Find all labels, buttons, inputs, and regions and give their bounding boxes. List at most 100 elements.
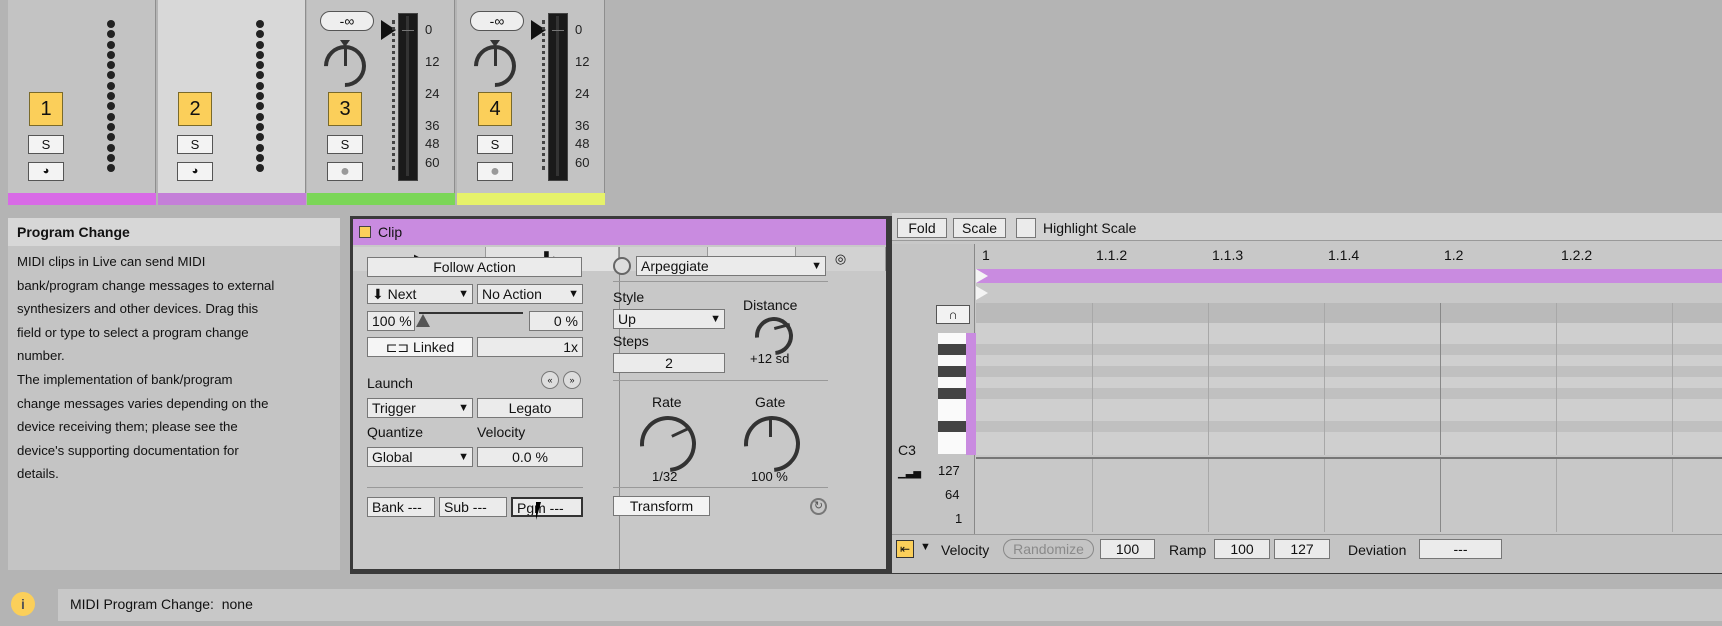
legato-button[interactable]: Legato — [477, 398, 583, 418]
highlight-scale-checkbox[interactable] — [1016, 218, 1036, 238]
track-activator-4[interactable]: 4 — [478, 92, 512, 126]
nudge-back-button[interactable]: « — [541, 371, 559, 389]
ruler-mark: 1.1.3 — [1212, 247, 1244, 263]
divider — [367, 487, 583, 488]
ruler-mark: 1.1.2 — [1096, 247, 1128, 263]
volume-field-4[interactable]: -∞ — [470, 11, 524, 31]
arm-button-1[interactable]: ◕ — [28, 162, 64, 181]
refresh-icon[interactable]: ↻ — [810, 498, 827, 515]
solo-button-4[interactable]: S — [477, 135, 513, 154]
randomize-button[interactable]: Randomize — [1003, 539, 1094, 559]
meter-scale: 0 12 24 36 — [425, 22, 440, 133]
volume-field-3[interactable]: -∞ — [320, 11, 374, 31]
launch-mode-select[interactable]: Trigger — [367, 398, 473, 418]
meter-scale-lower: 48 60 — [425, 136, 440, 170]
bank-field[interactable]: Bank --- — [367, 497, 435, 517]
follow-action-b-select[interactable]: No Action — [477, 284, 583, 304]
follow-action-a-select[interactable]: ⬇ Next — [367, 284, 473, 304]
preview-button[interactable]: ∩ — [936, 305, 970, 324]
fold-button[interactable]: Fold — [897, 218, 947, 238]
transform-button[interactable]: Transform — [613, 496, 710, 516]
track-activator-3[interactable]: 3 — [328, 92, 362, 126]
deviation-label: Deviation — [1348, 542, 1407, 558]
link-icon: ⊏⊐ — [385, 339, 410, 355]
follow-action-button[interactable]: Follow Action — [367, 257, 582, 277]
gate-knob-pointer — [769, 419, 772, 437]
ramp-end-field[interactable]: 127 — [1274, 539, 1330, 559]
mouse-cursor-icon — [536, 502, 550, 520]
meter-ticks — [542, 20, 545, 170]
pan-knob-pointer — [344, 46, 347, 66]
launch-velocity-field[interactable]: 0.0 % — [477, 447, 583, 467]
velocity-lane-icon: ▁▃▅ — [898, 468, 922, 479]
headphones-icon: ∩ — [948, 307, 958, 322]
arp-steps-field[interactable]: 2 — [613, 353, 725, 373]
velocity-axis-min: 1 — [955, 511, 963, 526]
chance-b-field[interactable]: 0 % — [529, 311, 583, 331]
multiplier-field[interactable]: 1x — [477, 337, 583, 357]
note-editor: Fold Scale Highlight Scale ∩ C3 ▁▃▅ 127 … — [892, 213, 1722, 573]
chance-slider[interactable] — [419, 312, 523, 314]
deviation-field[interactable]: --- — [1419, 539, 1502, 559]
meter-ticks — [392, 20, 395, 170]
track-color-1 — [8, 193, 156, 205]
note-grid[interactable] — [976, 303, 1722, 455]
quantize-select[interactable]: Global — [367, 447, 473, 467]
chance-slider-handle[interactable] — [416, 314, 430, 327]
target-icon: ◎ — [834, 251, 847, 266]
solo-button-2[interactable]: S — [177, 135, 213, 154]
solo-button-1[interactable]: S — [28, 135, 64, 154]
tool-power-button[interactable] — [613, 257, 631, 275]
info-view: Program Change MIDI clips in Live can se… — [8, 218, 340, 570]
gate-label: Gate — [755, 394, 786, 410]
chevron-down-icon[interactable]: ▼ — [920, 541, 931, 553]
arm-button-2[interactable]: ◕ — [177, 162, 213, 181]
level-meter-3 — [398, 13, 418, 181]
divider — [613, 487, 828, 488]
velocity-lane[interactable] — [976, 457, 1722, 532]
scale-button[interactable]: Scale — [953, 218, 1006, 238]
start-marker-icon[interactable] — [976, 269, 988, 283]
arm-button-4[interactable]: ● — [477, 162, 513, 181]
loop-start-marker-icon[interactable] — [976, 286, 988, 300]
quantize-label: Quantize — [367, 424, 424, 440]
distance-label: Distance — [743, 297, 798, 313]
velocity-mode-button[interactable]: ⇤ — [896, 540, 914, 558]
beat-ruler[interactable]: 1 1.1.2 1.1.3 1.1.4 1.2 1.2.2 — [976, 244, 1722, 266]
divider — [613, 281, 828, 282]
pan-knob-pointer — [494, 46, 497, 66]
velocity-value-field[interactable]: 100 — [1100, 539, 1155, 559]
mixer-track-2: 2 S ◕ — [158, 0, 306, 205]
chance-a-field[interactable]: 100 % — [367, 311, 415, 331]
meter-scale-lower: 48 60 — [575, 136, 590, 170]
clip-panel: Clip ▶ ▌▸ ⚌ ◕ ◎ Follow Action ⬇ Next No … — [353, 219, 886, 569]
track-color-2 — [158, 193, 306, 205]
status-text: MIDI Program Change: none — [70, 596, 253, 612]
status-text-field — [58, 589, 1722, 621]
info-body: MIDI clips in Live can send MIDI bank/pr… — [17, 254, 275, 482]
arm-button-3[interactable]: ● — [327, 162, 363, 181]
clip-view: Clip ▶ ▌▸ ⚌ ◕ ◎ Follow Action ⬇ Next No … — [350, 213, 1722, 574]
mixer-track-3: -∞ 3 S ● 0 12 24 36 48 60 — [307, 0, 455, 205]
ramp-start-field[interactable]: 100 — [1214, 539, 1270, 559]
info-icon[interactable]: i — [11, 592, 35, 616]
arp-style-select[interactable]: Up — [613, 309, 725, 329]
gate-value: 100 % — [751, 469, 788, 484]
track-activator-1[interactable]: 1 — [29, 92, 63, 126]
divider — [613, 380, 828, 381]
linked-button[interactable]: ⊏⊐ Linked — [367, 337, 473, 357]
nudge-forward-button[interactable]: » — [563, 371, 581, 389]
info-title: Program Change — [17, 224, 130, 240]
clip-color-swatch[interactable] — [359, 226, 371, 238]
loop-brace[interactable] — [976, 269, 1722, 283]
midi-tool-select[interactable]: Arpeggiate — [636, 256, 826, 276]
knob-marker-icon — [340, 40, 350, 47]
sub-bank-field[interactable]: Sub --- — [439, 497, 507, 517]
ruler-mark: 1.2 — [1444, 247, 1464, 263]
follow-action-a-value: Next — [387, 286, 417, 302]
piano-keyboard — [938, 333, 976, 455]
style-label: Style — [613, 289, 645, 305]
solo-button-3[interactable]: S — [327, 135, 363, 154]
track-activator-2[interactable]: 2 — [178, 92, 212, 126]
velocity-axis-mid: 64 — [945, 487, 960, 502]
